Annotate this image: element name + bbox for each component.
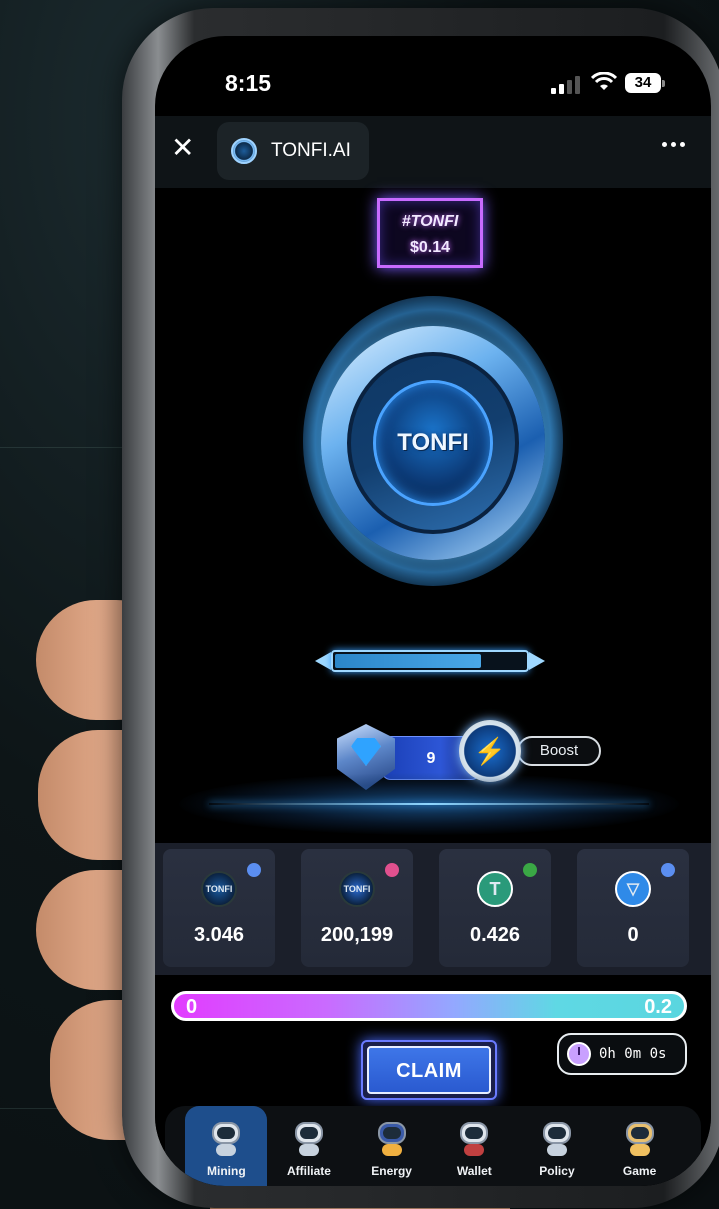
price-badge: #TONFI $0.14 [377, 198, 483, 268]
status-bar: 8:15 34 [155, 36, 711, 116]
nav-label: Energy [371, 1164, 412, 1178]
tonfi-token-icon: TONFI [339, 871, 375, 907]
close-button[interactable]: ✕ [171, 134, 195, 162]
wifi-icon [591, 72, 617, 90]
gauge-frame [331, 650, 529, 672]
balance-card-tonfi-token[interactable]: TONFI 200,199 [301, 849, 413, 967]
claim-button[interactable]: CLAIM [361, 1040, 497, 1100]
balance-value: 0 [627, 924, 639, 946]
battery-icon: 34 [625, 73, 665, 93]
robot-energy-icon [372, 1118, 412, 1158]
mining-coin[interactable]: TONFI [303, 296, 563, 586]
app-header: ✕ TONFI.AI [155, 116, 711, 188]
robot-wallet-icon [454, 1118, 494, 1158]
claim-button-label: CLAIM [367, 1046, 491, 1094]
more-options-button[interactable] [662, 142, 685, 147]
price-symbol: #TONFI [401, 213, 459, 230]
ton-icon: ▽ [615, 871, 651, 907]
nav-policy[interactable]: Policy [516, 1106, 598, 1186]
timer-text: 0h 0m 0s [599, 1046, 667, 1062]
coin-ring: TONFI [321, 326, 545, 560]
claim-progress-bar: 0 0.2 [171, 991, 687, 1021]
coin-inner-ring: TONFI [347, 352, 519, 534]
mining-progress-bar [315, 646, 545, 676]
bottom-navigation: Mining Affiliate Energy Wallet Policy Ga… [165, 1106, 701, 1186]
usdt-icon: T [477, 871, 513, 907]
notch [280, 36, 580, 74]
nav-label: Policy [539, 1164, 575, 1178]
status-time: 8:15 [225, 70, 272, 96]
price-value: $0.14 [409, 239, 451, 256]
balance-card-tonfi[interactable]: TONFI 3.046 [163, 849, 275, 967]
nav-affiliate[interactable]: Affiliate [268, 1106, 350, 1186]
coin-face: TONFI [373, 380, 493, 506]
coin-label: TONFI [397, 429, 469, 456]
nav-label: Mining [207, 1164, 246, 1178]
nav-label: Game [622, 1164, 657, 1178]
robot-policy-icon [537, 1118, 577, 1158]
nav-label: Wallet [456, 1164, 492, 1178]
phone-screen: 8:15 34 ✕ TONFI.AI #TONFI $0.14 TONFI 9 … [155, 36, 711, 1186]
clock-icon [567, 1042, 591, 1066]
glow-platform [179, 773, 679, 835]
robot-game-icon [620, 1118, 660, 1158]
nav-game[interactable]: Game [599, 1106, 681, 1186]
mining-panel: #TONFI $0.14 TONFI 9 Boost ⚡ TONFI 3.046… [155, 188, 711, 1186]
gauge-right-arrow [529, 652, 545, 670]
gauge-fill [335, 654, 481, 668]
status-dot [385, 863, 399, 877]
app-title: TONFI.AI [271, 140, 351, 161]
robot-affiliate-icon [289, 1118, 329, 1158]
app-title-pill[interactable]: TONFI.AI [217, 122, 369, 180]
nav-label: Affiliate [286, 1164, 331, 1178]
balance-value: 0.426 [469, 924, 521, 946]
balance-list: TONFI 3.046 TONFI 200,199 T 0.426 ▽ 0 [155, 843, 711, 975]
tonfi-logo-icon [231, 138, 257, 164]
nav-wallet[interactable]: Wallet [433, 1106, 515, 1186]
status-dot [247, 863, 261, 877]
claim-max-label: 0.2 [644, 996, 672, 1018]
background-line [0, 447, 125, 448]
nav-energy[interactable]: Energy [351, 1106, 433, 1186]
status-dot [523, 863, 537, 877]
balance-card-usdt[interactable]: T 0.426 [439, 849, 551, 967]
gauge-left-arrow [315, 652, 331, 670]
balance-card-ton[interactable]: ▽ 0 [577, 849, 689, 967]
claim-min-label: 0 [186, 996, 198, 1018]
signal-icon [551, 76, 580, 94]
status-dot [661, 863, 675, 877]
nav-mining[interactable]: Mining [185, 1106, 268, 1186]
boost-button[interactable]: Boost [517, 736, 601, 766]
tonfi-coin-icon: TONFI [201, 871, 237, 907]
robot-mining-icon [206, 1118, 246, 1158]
balance-value: 200,199 [320, 924, 394, 946]
claim-timer: 0h 0m 0s [557, 1033, 687, 1075]
balance-value: 3.046 [193, 924, 245, 946]
